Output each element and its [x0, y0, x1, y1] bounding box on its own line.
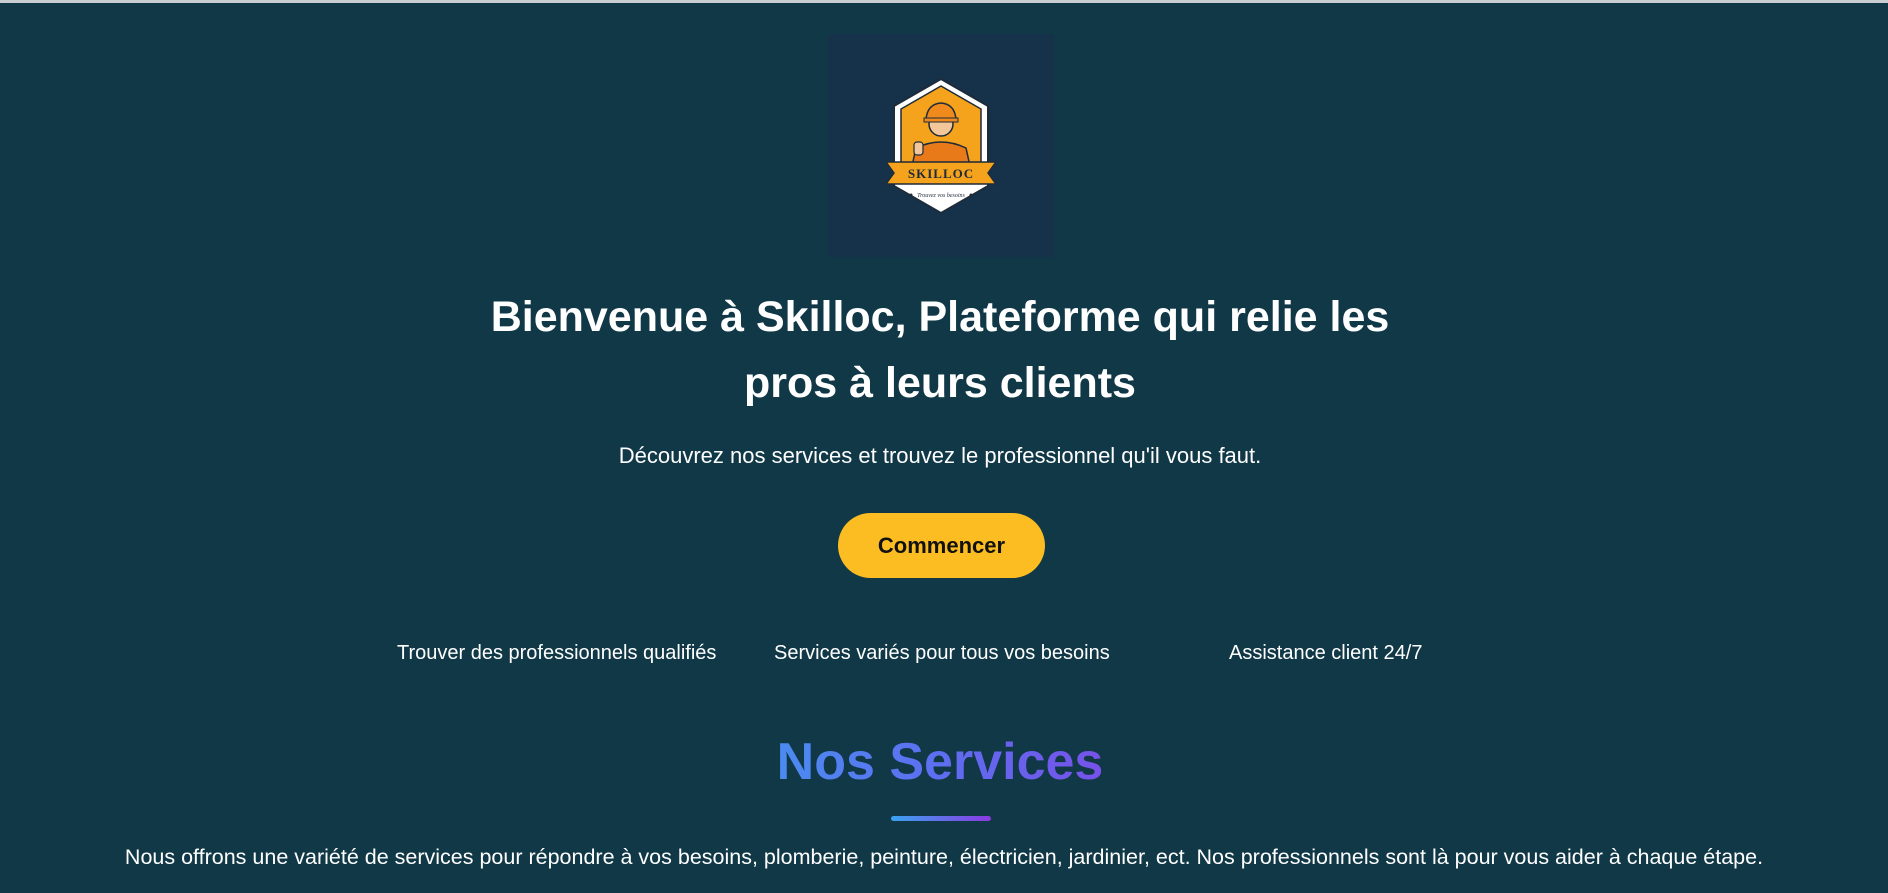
feature-support-24-7: Assistance client 24/7 [1229, 642, 1423, 664]
hero-subtitle: Découvrez nos services et trouvez le pro… [618, 443, 1262, 468]
feature-qualified-pros: Trouver des professionnels qualifiés [397, 642, 717, 664]
hero-title: Bienvenue à Skilloc, Plateforme qui reli… [490, 293, 1390, 407]
skilloc-logo-icon: SKILLOC Trouvez vos besoins [886, 77, 996, 214]
logo: SKILLOC Trouvez vos besoins [828, 34, 1054, 257]
services-title: Nos Services [640, 732, 1240, 792]
logo-wordmark: SKILLOC [908, 166, 974, 181]
logo-tagline: Trouvez vos besoins [917, 193, 965, 199]
feature-varied-services: Services variés pour tous vos besoins [774, 642, 1110, 664]
window-top-border [0, 0, 1888, 3]
services-underline [891, 816, 991, 821]
services-description: Nous offrons une variété de services pou… [124, 845, 1764, 869]
start-button[interactable]: Commencer [838, 513, 1045, 578]
